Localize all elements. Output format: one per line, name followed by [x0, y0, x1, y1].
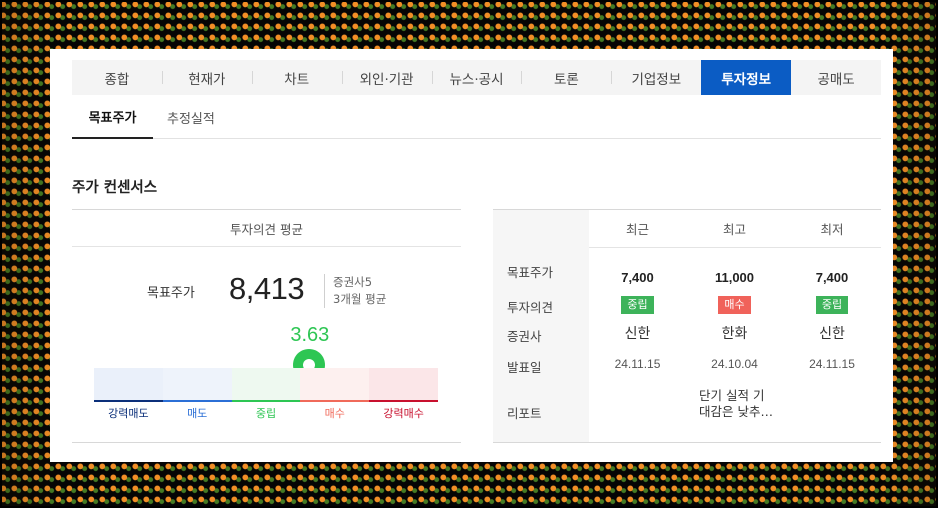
scale-label-strong-buy: 강력매수 — [369, 400, 438, 424]
date-highest: 24.10.04 — [711, 357, 758, 371]
broker-count: 증권사5 — [333, 275, 373, 289]
report-latest[interactable] — [589, 385, 686, 423]
report-table: 최근 최고 최저 목표주가 투자의견 증권사 발표일 리포트 7,400 11,… — [493, 209, 881, 443]
target-price-latest: 7,400 — [621, 269, 654, 285]
tab-current-price[interactable]: 현재가 — [161, 60, 252, 95]
tab-company-info[interactable]: 기업정보 — [611, 60, 701, 95]
target-price-label: 목표주가 — [147, 286, 195, 301]
report-highest-link[interactable]: 단기 실적 기 대감은 낮추… — [699, 385, 775, 423]
date-lowest: 24.11.15 — [809, 357, 855, 371]
main-tab-bar: 종합 현재가 차트 외인·기관 뉴스·공시 토론 기업정보 투자정보 공매도 — [72, 60, 881, 95]
target-price-highest: 11,000 — [714, 269, 755, 285]
row-label-opinion: 투자의견 — [507, 300, 554, 315]
scale-label-neutral: 중립 — [231, 400, 301, 424]
column-latest: 최근 — [625, 222, 649, 237]
broker-latest: 신한 — [624, 326, 651, 342]
scale-segment-sell — [162, 368, 232, 400]
subtab-estimated-earnings[interactable]: 추정실적 — [153, 95, 229, 139]
tab-foreign-institution[interactable]: 외인·기관 — [341, 60, 432, 95]
scale-segment-buy — [300, 368, 370, 400]
tab-news-disclosure[interactable]: 뉴스·공시 — [431, 60, 522, 95]
broker-highest: 한화 — [721, 326, 748, 342]
tab-discussion[interactable]: 토론 — [521, 60, 611, 95]
target-price-lowest: 7,400 — [815, 269, 849, 285]
report-header-divider — [589, 247, 881, 248]
opinion-average-header: 투자의견 평균 — [72, 210, 461, 247]
target-price-value: 8,413 — [229, 271, 305, 306]
opinion-score: 3.63 — [290, 324, 330, 346]
tab-short-selling[interactable]: 공매도 — [791, 60, 881, 95]
row-label-report: 리포트 — [507, 406, 542, 421]
opinion-scale-labels: 강력매도 매도 중립 매수 강력매수 — [94, 400, 438, 424]
average-period: 3개월 평균 — [333, 292, 387, 306]
row-label-date: 발표일 — [507, 360, 542, 375]
opinion-badge-highest: 매수 — [718, 296, 751, 314]
scale-segment-strong-sell — [94, 368, 163, 400]
tab-overview[interactable]: 종합 — [72, 60, 162, 95]
report-lowest[interactable] — [783, 385, 881, 423]
section-title: 주가 컨센서스 — [72, 180, 158, 196]
investment-info-panel: 종합 현재가 차트 외인·기관 뉴스·공시 토론 기업정보 투자정보 공매도 목… — [50, 49, 893, 462]
column-lowest: 최저 — [820, 222, 844, 237]
opinion-lowest: 중립 — [783, 294, 881, 316]
broker-lowest: 신한 — [819, 326, 845, 342]
target-price-meta: 증권사5 3개월 평균 — [324, 274, 386, 308]
opinion-latest: 중립 — [589, 294, 686, 316]
sub-tab-bar: 목표주가 추정실적 — [72, 95, 881, 139]
scale-label-sell: 매도 — [162, 400, 232, 424]
opinion-highest: 매수 — [686, 294, 783, 316]
date-latest: 24.11.15 — [614, 357, 661, 371]
column-highest: 최고 — [722, 222, 746, 237]
scale-label-strong-sell: 강력매도 — [94, 400, 163, 424]
opinion-average-box: 투자의견 평균 목표주가 8,413 증권사5 3개월 평균 3.63 강력매도… — [72, 209, 461, 443]
tab-investment-info[interactable]: 투자정보 — [701, 60, 792, 95]
scale-label-buy: 매수 — [300, 400, 370, 424]
opinion-scale — [94, 368, 438, 400]
opinion-badge-lowest: 중립 — [815, 296, 849, 314]
opinion-badge-latest: 중립 — [621, 296, 654, 314]
row-label-broker: 증권사 — [507, 329, 542, 344]
subtab-target-price[interactable]: 목표주가 — [72, 95, 153, 139]
tab-chart[interactable]: 차트 — [251, 60, 342, 95]
scale-segment-neutral — [231, 368, 301, 400]
scale-segment-strong-buy — [369, 368, 438, 400]
row-label-target-price: 목표주가 — [507, 265, 554, 280]
